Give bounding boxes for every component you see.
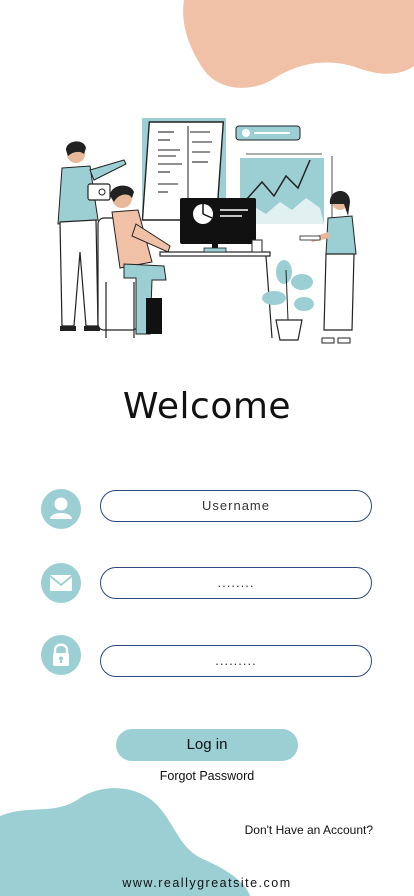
username-input[interactable]: Username bbox=[100, 490, 372, 522]
login-button[interactable]: Log in bbox=[116, 729, 298, 761]
mail-icon bbox=[41, 563, 81, 603]
lock-icon bbox=[41, 635, 81, 675]
top-right-blob bbox=[183, 0, 414, 88]
forgot-password-link[interactable]: Forgot Password bbox=[0, 769, 414, 783]
workspace-illustration bbox=[57, 118, 357, 344]
email-input[interactable]: ........ bbox=[100, 567, 372, 599]
signup-link[interactable]: Don't Have an Account? bbox=[245, 823, 373, 837]
password-input[interactable]: ......... bbox=[100, 645, 372, 677]
website-url: www.reallygreatsite.com bbox=[122, 876, 292, 890]
page-title: Welcome bbox=[122, 386, 292, 427]
user-icon bbox=[41, 489, 81, 529]
